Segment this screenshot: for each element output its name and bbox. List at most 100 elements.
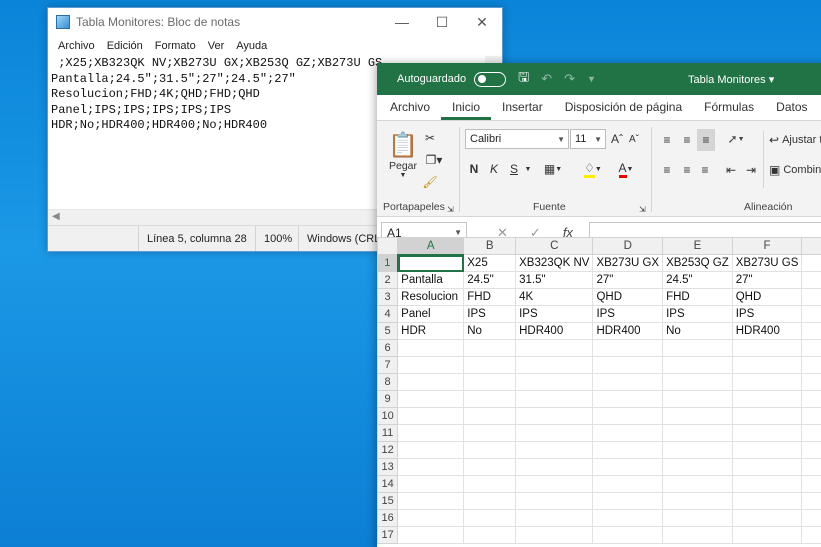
cell-g7[interactable] — [801, 356, 821, 374]
cell-f11[interactable] — [731, 424, 803, 442]
document-title[interactable]: Tabla Monitores ▾ — [688, 73, 774, 86]
align-center-icon[interactable]: ≡ — [679, 161, 695, 179]
cell-b2[interactable]: 24.5" — [463, 271, 517, 289]
cell-e1[interactable]: XB253Q GZ — [662, 254, 733, 272]
cell-d10[interactable] — [592, 407, 664, 425]
decrease-font-icon[interactable]: Aˇ — [626, 129, 642, 149]
cell-f13[interactable] — [731, 458, 803, 476]
cell-e17[interactable] — [662, 526, 733, 544]
cell-a15[interactable] — [397, 492, 465, 510]
row-header[interactable]: 8 — [377, 373, 399, 391]
cell-b3[interactable]: FHD — [463, 288, 517, 306]
row-header[interactable]: 12 — [377, 441, 399, 459]
cell-a17[interactable] — [397, 526, 465, 544]
cell-c2[interactable]: 31.5" — [515, 271, 594, 289]
tab-formulas[interactable]: Fórmulas — [693, 100, 765, 120]
redo-icon[interactable]: ↷ — [564, 71, 575, 87]
cell-g13[interactable] — [801, 458, 821, 476]
cell-d2[interactable]: 27" — [592, 271, 664, 289]
cell-e13[interactable] — [662, 458, 733, 476]
tab-archivo[interactable]: Archivo — [377, 100, 441, 120]
cell-d1[interactable]: XB273U GX — [592, 254, 664, 272]
cell-e11[interactable] — [662, 424, 733, 442]
cell-b8[interactable] — [463, 373, 517, 391]
cell-c5[interactable]: HDR400 — [515, 322, 594, 340]
cell-g9[interactable] — [801, 390, 821, 408]
cell-f8[interactable] — [731, 373, 803, 391]
cell-f17[interactable] — [731, 526, 803, 544]
autosave-toggle[interactable] — [474, 71, 507, 87]
cell-f10[interactable] — [731, 407, 803, 425]
cell-d15[interactable] — [592, 492, 664, 510]
cell-a4[interactable]: Panel — [397, 305, 465, 323]
underline-dropdown-icon[interactable]: ▼ — [523, 159, 533, 179]
column-header-a[interactable]: A — [397, 237, 465, 256]
cell-f1[interactable]: XB273U GS — [731, 254, 803, 272]
undo-icon[interactable]: ↶ — [541, 71, 552, 87]
cell-g11[interactable] — [801, 424, 821, 442]
align-bottom-icon[interactable]: ≡ — [697, 129, 715, 151]
row-header[interactable]: 14 — [377, 475, 399, 493]
tab-insertar[interactable]: Insertar — [491, 100, 554, 120]
column-header-b[interactable]: B — [463, 237, 517, 255]
cell-d11[interactable] — [592, 424, 664, 442]
row-header[interactable]: 16 — [377, 509, 399, 527]
borders-icon[interactable]: ▦ ▼ — [540, 159, 566, 179]
column-header-d[interactable]: D — [592, 237, 664, 255]
cell-f7[interactable] — [731, 356, 803, 374]
cell-b4[interactable]: IPS — [463, 305, 517, 323]
column-header-f[interactable]: F — [731, 237, 803, 255]
cell-f6[interactable] — [731, 339, 803, 357]
cell-e6[interactable] — [662, 339, 733, 357]
column-header-e[interactable]: E — [662, 237, 733, 255]
cell-a1[interactable] — [397, 254, 465, 272]
cell-d3[interactable]: QHD — [592, 288, 664, 306]
cell-g12[interactable] — [801, 441, 821, 459]
cell-e8[interactable] — [662, 373, 733, 391]
tab-inicio[interactable]: Inicio — [441, 100, 492, 120]
cell-b12[interactable] — [463, 441, 517, 459]
cell-a2[interactable]: Pantalla — [397, 271, 465, 289]
row-header[interactable]: 17 — [377, 526, 399, 544]
cell-c9[interactable] — [515, 390, 594, 408]
cell-g3[interactable] — [801, 288, 821, 306]
cell-b10[interactable] — [463, 407, 517, 425]
align-right-icon[interactable]: ≡ — [697, 161, 713, 179]
cell-a14[interactable] — [397, 475, 465, 493]
cell-g10[interactable] — [801, 407, 821, 425]
cell-a16[interactable] — [397, 509, 465, 527]
increase-indent-icon[interactable]: ⇥ — [743, 161, 759, 179]
cell-g17[interactable] — [801, 526, 821, 544]
cell-e10[interactable] — [662, 407, 733, 425]
menu-ver[interactable]: Ver — [202, 40, 231, 52]
cell-e9[interactable] — [662, 390, 733, 408]
cell-f2[interactable]: 27" — [731, 271, 803, 289]
cell-d9[interactable] — [592, 390, 664, 408]
font-launcher-icon[interactable]: ⇲ — [639, 205, 646, 214]
cell-g2[interactable] — [801, 271, 821, 289]
cell-a8[interactable] — [397, 373, 465, 391]
format-painter-icon[interactable]: 🖌 — [421, 173, 439, 191]
italic-button[interactable]: K — [485, 159, 503, 179]
cell-d5[interactable]: HDR400 — [592, 322, 664, 340]
select-all-corner[interactable] — [377, 237, 399, 255]
cell-c13[interactable] — [515, 458, 594, 476]
decrease-indent-icon[interactable]: ⇤ — [723, 161, 739, 179]
tab-disposicion[interactable]: Disposición de página — [554, 100, 693, 120]
cell-b13[interactable] — [463, 458, 517, 476]
cell-g16[interactable] — [801, 509, 821, 527]
underline-button[interactable]: S — [505, 159, 523, 179]
cell-e14[interactable] — [662, 475, 733, 493]
row-header[interactable]: 5 — [377, 322, 399, 340]
minimize-icon[interactable]: — — [382, 8, 422, 36]
cell-a11[interactable] — [397, 424, 465, 442]
cell-b9[interactable] — [463, 390, 517, 408]
scroll-left-icon[interactable]: ◀ — [52, 211, 60, 222]
menu-edicion[interactable]: Edición — [101, 40, 149, 52]
cell-d7[interactable] — [592, 356, 664, 374]
menu-ayuda[interactable]: Ayuda — [230, 40, 273, 52]
cell-g15[interactable] — [801, 492, 821, 510]
cell-f5[interactable]: HDR400 — [731, 322, 803, 340]
cell-c16[interactable] — [515, 509, 594, 527]
cut-icon[interactable]: ✂ — [421, 129, 439, 147]
